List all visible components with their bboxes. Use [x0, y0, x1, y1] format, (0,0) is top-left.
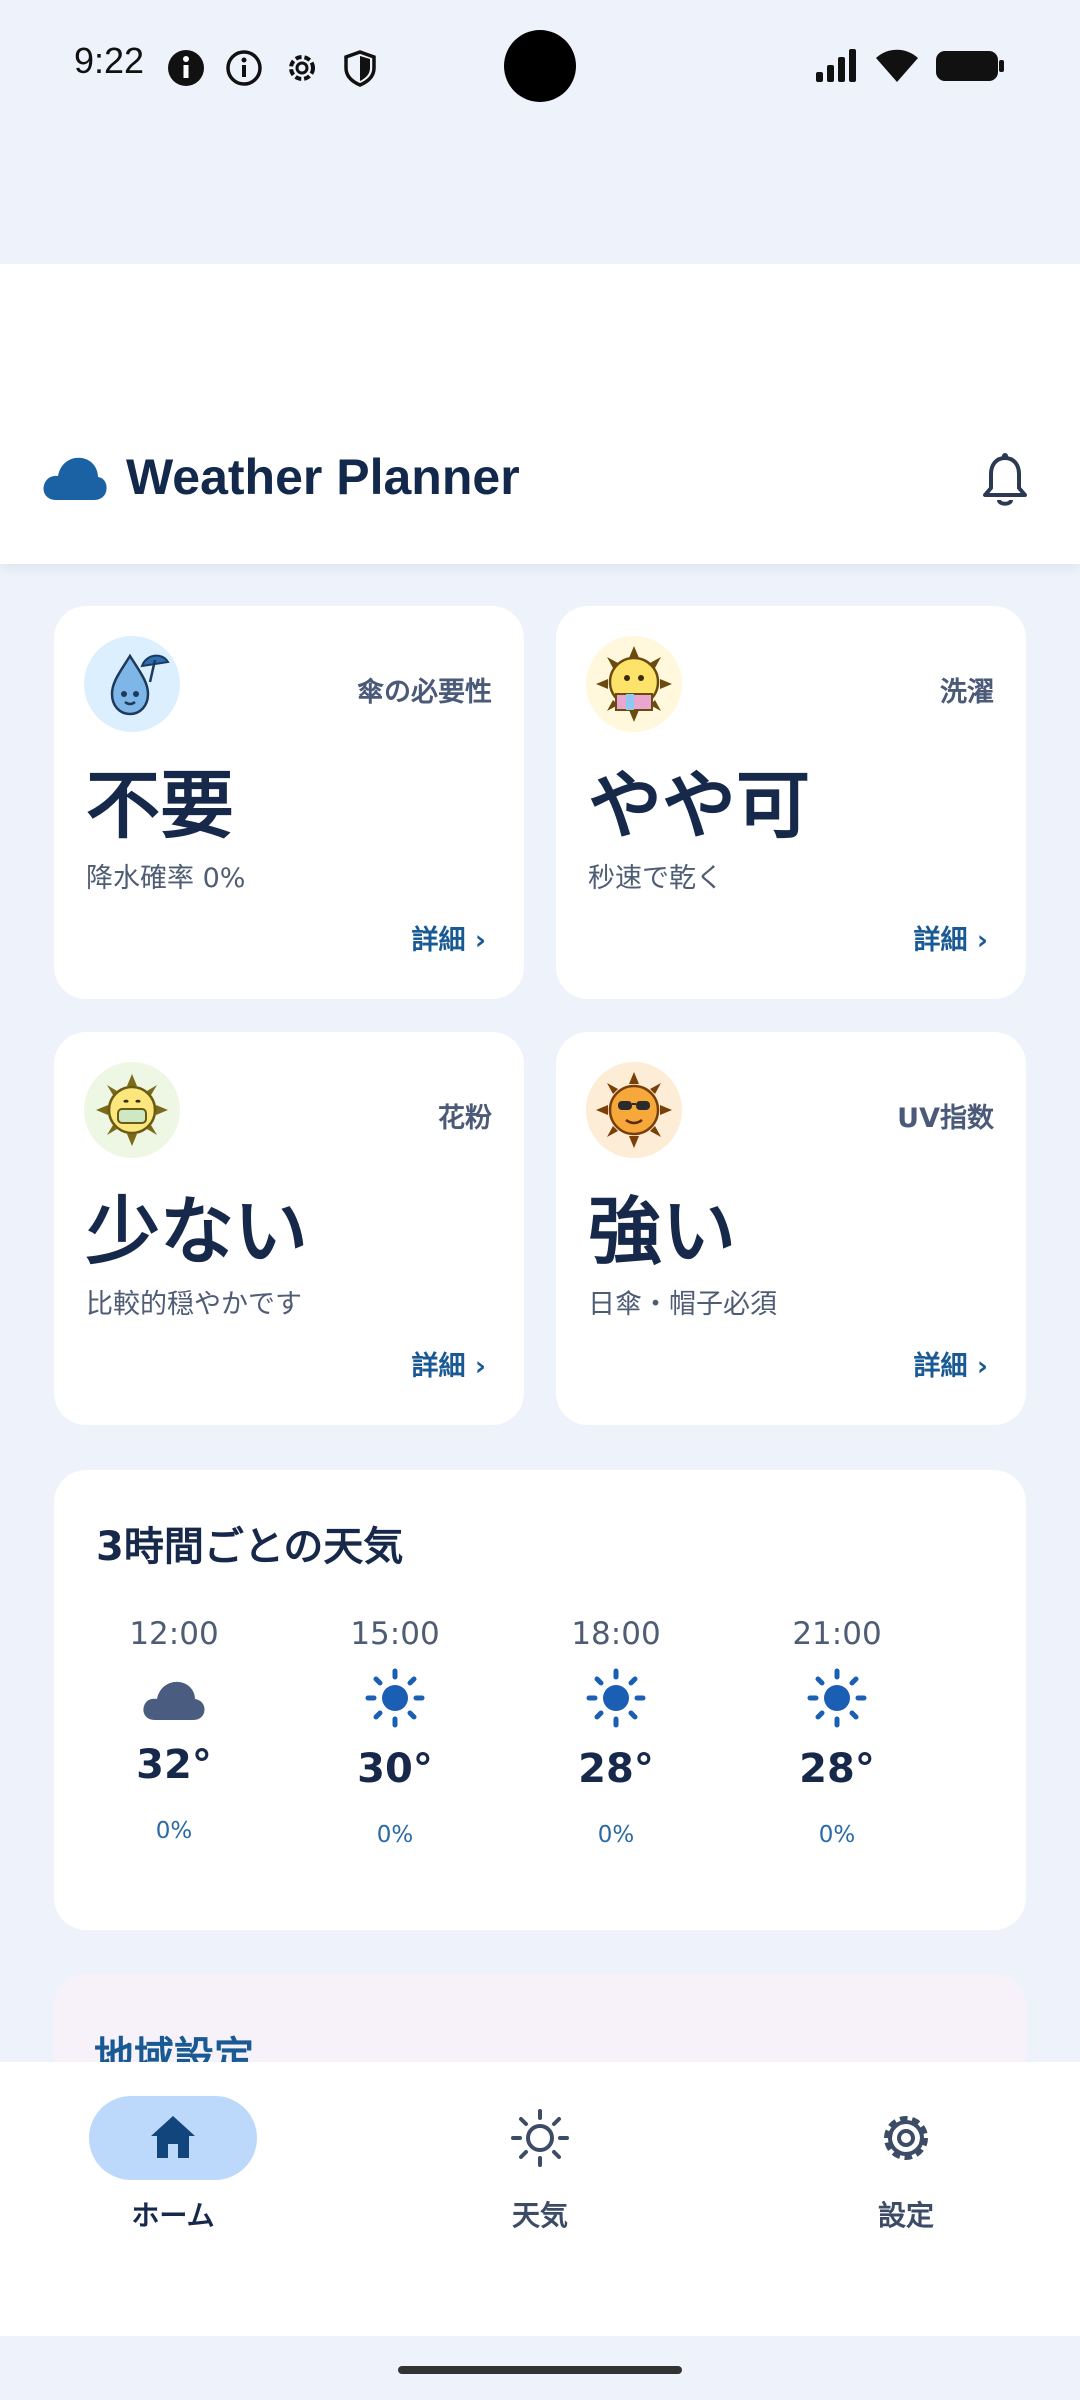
chevron-right-icon: ›	[976, 1351, 988, 1382]
details-link-label: 詳細	[411, 1351, 466, 1382]
hour-rain-chance: 0%	[597, 1822, 635, 1848]
card-value: 不要	[86, 763, 234, 849]
signal-icon	[816, 49, 856, 82]
chevron-right-icon: ›	[474, 1351, 486, 1382]
hour-temp: 28°	[578, 1746, 654, 1792]
sun-icon	[365, 1668, 425, 1728]
chevron-right-icon: ›	[474, 925, 486, 956]
bottom-nav: ホーム 天気 設定	[0, 2062, 1080, 2336]
hourly-item: 21:00 28° 0%	[757, 1616, 917, 1848]
laundry-card[interactable]: 洗濯 やや可 秒速で乾く 詳細 ›	[556, 606, 1026, 999]
hour-temp: 32°	[136, 1742, 212, 1788]
hourly-item: 12:00 32° 0%	[94, 1616, 254, 1844]
card-subtext: 日傘・帽子必須	[588, 1289, 777, 1320]
gear-icon[interactable]	[876, 2108, 936, 2168]
sun-laundry-mascot-icon	[586, 636, 682, 732]
home-indicator[interactable]	[398, 2366, 682, 2374]
hourly-title: 3時間ごとの天気	[96, 1524, 404, 1570]
umbrella-drop-mascot-icon	[84, 636, 180, 732]
details-link[interactable]: 詳細 ›	[411, 918, 486, 957]
sun-icon	[586, 1668, 646, 1728]
details-link-label: 詳細	[411, 925, 466, 956]
uv-card[interactable]: UV指数 強い 日傘・帽子必須 詳細 ›	[556, 1032, 1026, 1425]
info-outline-icon	[226, 50, 262, 86]
sun-icon	[807, 1668, 867, 1728]
nav-label-home[interactable]: ホーム	[73, 2194, 273, 2234]
umbrella-card[interactable]: 傘の必要性 不要 降水確率 0% 詳細 ›	[54, 606, 524, 999]
nav-label-weather[interactable]: 天気	[440, 2194, 640, 2234]
sun-mask-mascot-icon	[84, 1062, 180, 1158]
cloud-icon	[43, 457, 107, 500]
hour-rain-chance: 0%	[155, 1818, 193, 1844]
bell-icon[interactable]	[980, 452, 1030, 508]
hour-time: 12:00	[129, 1616, 219, 1652]
wifi-icon	[876, 49, 918, 82]
hourly-item: 18:00 28° 0%	[536, 1616, 696, 1848]
shield-icon	[344, 50, 376, 87]
battery-icon	[936, 51, 1004, 81]
card-label: UV指数	[897, 1103, 994, 1134]
app-title: Weather Planner	[126, 449, 520, 505]
sun-outline-icon[interactable]	[510, 2108, 570, 2168]
details-link[interactable]: 詳細 ›	[913, 1344, 988, 1383]
card-subtext: 秒速で乾く	[588, 863, 723, 894]
info-filled-icon	[168, 50, 204, 86]
settings-icon	[289, 55, 315, 81]
card-value: 少ない	[86, 1189, 308, 1275]
hour-temp: 28°	[799, 1746, 875, 1792]
app-header	[0, 264, 1080, 564]
nav-item-home[interactable]	[89, 2096, 257, 2180]
status-bar: 9:22	[0, 0, 1080, 130]
details-link[interactable]: 詳細 ›	[913, 918, 988, 957]
hour-temp: 30°	[357, 1746, 433, 1792]
card-label: 傘の必要性	[357, 677, 492, 708]
card-label: 花粉	[438, 1103, 492, 1134]
home-icon	[151, 2116, 195, 2158]
card-subtext: 比較的穏やかです	[86, 1289, 302, 1320]
details-link-label: 詳細	[913, 925, 968, 956]
hour-rain-chance: 0%	[818, 1822, 856, 1848]
nav-label-settings[interactable]: 設定	[806, 2194, 1006, 2234]
chevron-right-icon: ›	[976, 925, 988, 956]
hourly-forecast-card: 3時間ごとの天気 12:00 32° 0% 15:00 30° 0% 18:00…	[54, 1470, 1026, 1930]
card-value: 強い	[588, 1189, 736, 1275]
hourly-item: 15:00 30° 0%	[315, 1616, 475, 1848]
hour-rain-chance: 0%	[376, 1822, 414, 1848]
details-link-label: 詳細	[913, 1351, 968, 1382]
pollen-card[interactable]: 花粉 少ない 比較的穏やかです 詳細 ›	[54, 1032, 524, 1425]
card-subtext: 降水確率 0%	[86, 863, 246, 894]
card-label: 洗濯	[940, 677, 994, 708]
hour-time: 18:00	[571, 1616, 661, 1652]
hour-time: 15:00	[350, 1616, 440, 1652]
hour-time: 21:00	[792, 1616, 882, 1652]
sun-sunglasses-mascot-icon	[586, 1062, 682, 1158]
camera-cutout	[504, 30, 576, 102]
cloud-icon	[143, 1681, 205, 1720]
details-link[interactable]: 詳細 ›	[411, 1344, 486, 1383]
status-time: 9:22	[74, 40, 145, 81]
card-value: やや可	[588, 763, 810, 849]
